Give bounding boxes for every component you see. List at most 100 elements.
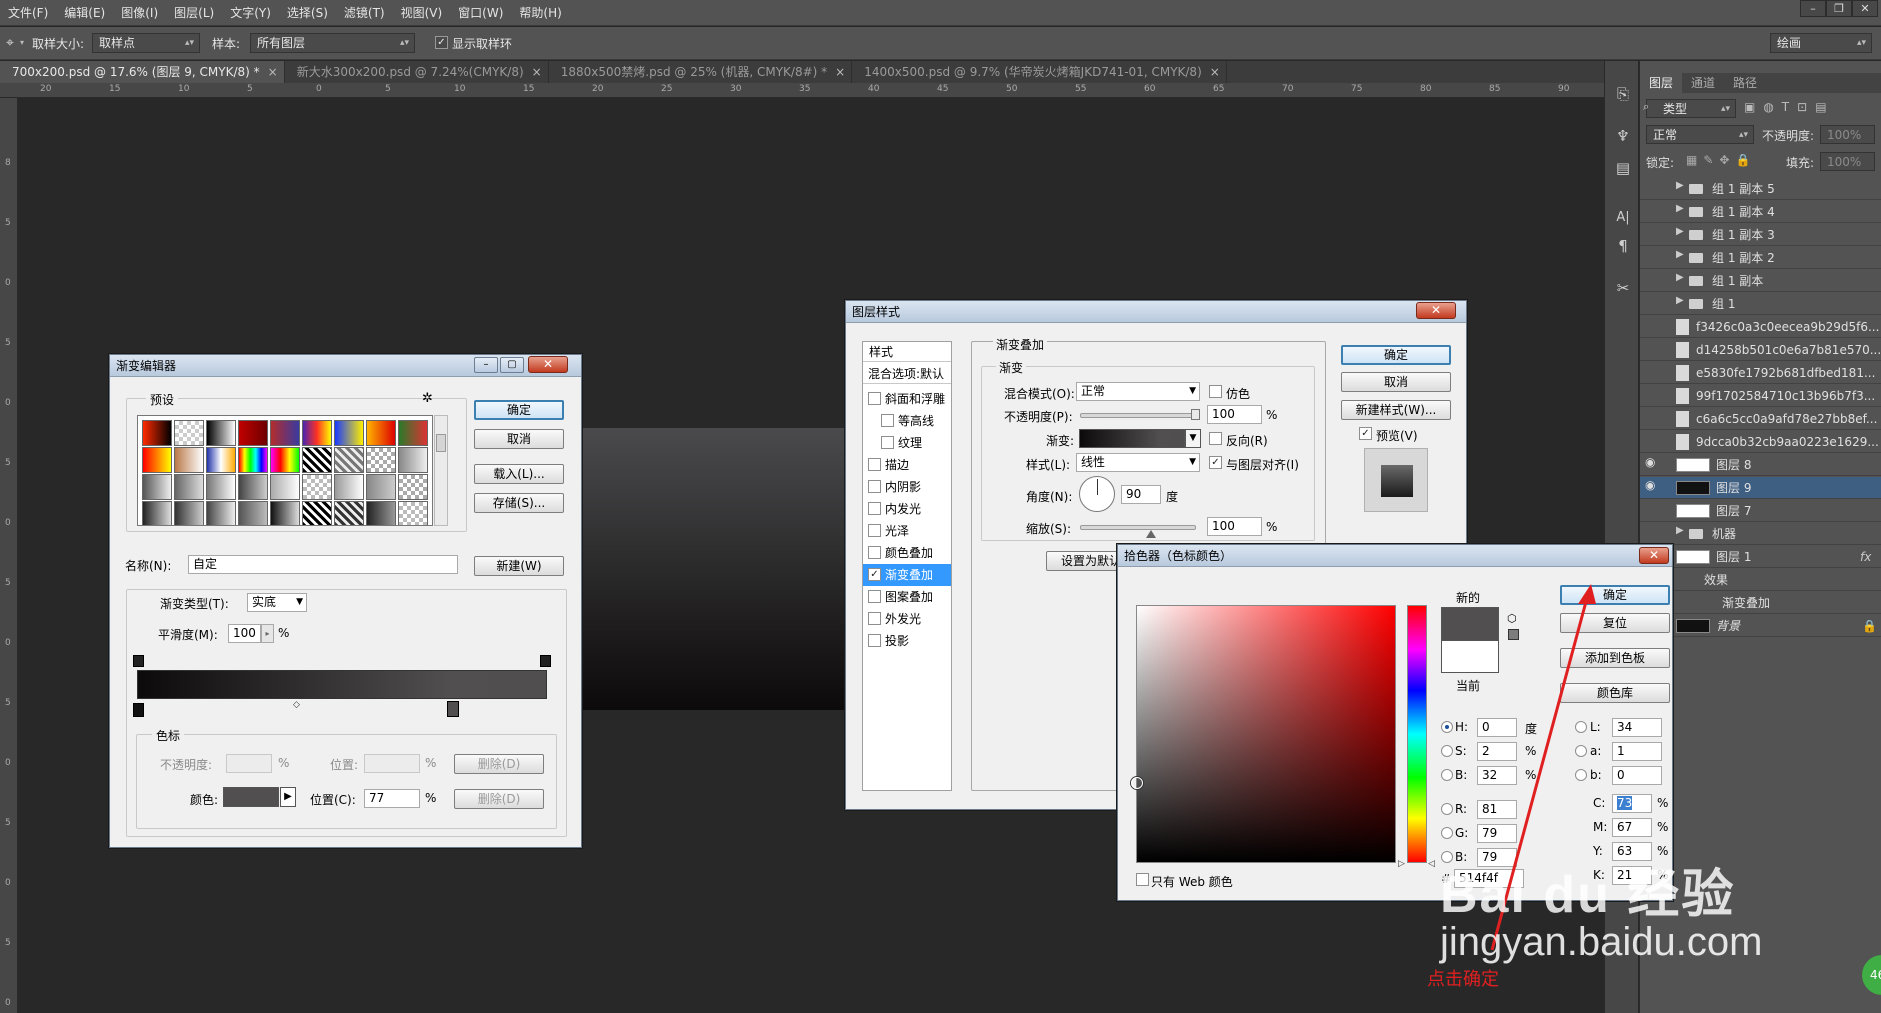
color-picker-cursor[interactable] [1131,777,1143,789]
gradient-presets-grid[interactable] [137,415,433,526]
visibility-toggle-icon[interactable]: ◉ [1645,478,1659,492]
tab-doc-3[interactable]: 1880x500禁烤.psd @ 25% (机器, CMYK/8#) * × [549,61,853,83]
expand-triangle-icon[interactable]: ▶ [1676,525,1684,536]
reverse-checkbox[interactable] [1209,432,1222,445]
layer-row[interactable]: ▶ 组 1 [1640,293,1881,315]
effect-checkbox[interactable] [868,546,881,559]
layer-row[interactable]: 背景 🔒 [1640,615,1881,637]
effect-item[interactable]: ✓ 渐变叠加 [863,564,951,586]
gradient-preset-swatch[interactable] [206,474,236,500]
gradient-type-select[interactable]: 实底 ▼ [247,593,307,612]
lock-icons[interactable]: ▦✎✥🔒 [1686,153,1756,167]
expand-triangle-icon[interactable]: ▶ [1676,180,1684,191]
effect-checkbox[interactable] [881,436,894,449]
effect-item[interactable]: 斜面和浮雕 [863,388,951,410]
effect-checkbox[interactable] [868,590,881,603]
slider-thumb[interactable] [1146,530,1156,538]
visibility-toggle-icon[interactable] [1645,271,1659,285]
visibility-toggle-icon[interactable] [1645,340,1659,354]
minimize-button[interactable]: – [474,357,498,373]
tool-preset-arrow-icon[interactable]: ▾ [20,38,24,47]
effect-checkbox[interactable]: ✓ [868,568,881,581]
name-input[interactable]: 自定 [188,555,458,574]
midpoint-diamond-icon[interactable]: ◇ [293,700,300,710]
delete-color-stop-button[interactable]: 删除(D) [454,789,544,809]
gradient-preset-swatch[interactable] [334,420,364,446]
menu-window[interactable]: 窗口(W) [450,0,511,26]
visibility-toggle-icon[interactable] [1645,248,1659,262]
tab-doc-4[interactable]: 1400x500.psd @ 9.7% (华帝炭火烤箱JKD741-01, CM… [852,61,1227,83]
maximize-button[interactable]: ▢ [500,357,524,373]
gradient-preset-swatch[interactable] [398,474,428,500]
gradient-preset-swatch[interactable] [270,474,300,500]
angle-dial[interactable] [1079,476,1115,512]
layer-row[interactable]: 9dcca0b32cb9aa0223e1629... [1640,431,1881,453]
menu-layer[interactable]: 图层(L) [166,0,222,26]
expand-triangle-icon[interactable]: ▶ [1676,203,1684,214]
close-window-button[interactable]: ✕ [1852,0,1878,17]
gradient-preset-swatch[interactable] [302,474,332,500]
fill-input[interactable]: 100% [1820,152,1875,171]
visibility-toggle-icon[interactable] [1645,501,1659,515]
gradient-preset-swatch[interactable] [398,447,428,473]
smoothness-arrow-icon[interactable]: ▸ [261,624,274,643]
close-icon[interactable]: × [1210,65,1220,79]
tab-doc-2[interactable]: 新大水300x200.psd @ 7.24%(CMYK/8) × [285,61,549,83]
filter-kind-icons[interactable]: ▣◍T⊡▤ [1744,100,1835,114]
menu-file[interactable]: 文件(F) [0,0,56,26]
gradient-preset-swatch[interactable] [174,474,204,500]
visibility-toggle-icon[interactable] [1645,386,1659,400]
effect-checkbox[interactable] [868,458,881,471]
lab-b-input[interactable]: 0 [1612,766,1662,785]
gradient-preset-swatch[interactable] [302,501,332,525]
document-canvas[interactable] [580,428,850,710]
new-gradient-button[interactable]: 新建(W) [474,556,564,576]
menu-type[interactable]: 文字(Y) [222,0,279,26]
color-field[interactable] [1131,605,1396,863]
gradient-preset-swatch[interactable] [238,447,268,473]
stop-position-input[interactable] [364,754,420,773]
hue-slider[interactable] [1407,605,1427,863]
align-with-layer-checkbox[interactable]: ✓ [1209,456,1222,469]
save-button[interactable]: 存储(S)... [474,493,564,513]
close-button[interactable]: ✕ [1639,547,1669,564]
minimize-button[interactable]: – [1800,0,1826,17]
c-input[interactable]: 73 [1612,794,1652,813]
effect-checkbox[interactable] [868,480,881,493]
show-ring-checkbox[interactable]: ✓ [435,36,448,49]
effect-checkbox[interactable] [868,502,881,515]
layer-row[interactable]: ▶ 组 1 副本 [1640,270,1881,292]
opacity-stop-right[interactable] [540,655,551,667]
gradient-preset-swatch[interactable] [174,501,204,525]
m-input[interactable]: 67 [1612,818,1652,837]
hue-slider-left-arrow[interactable]: ▷ [1398,859,1405,869]
presets-scrollbar[interactable] [434,415,448,526]
layer-row[interactable]: c6a6c5cc0a9afd78e27bb8ef... [1640,408,1881,430]
character-icon[interactable]: A| [1614,209,1632,227]
gradient-preset-swatch[interactable] [366,474,396,500]
cancel-button[interactable]: 取消 [474,429,564,449]
effect-item[interactable]: 纹理 [863,432,951,454]
hue-slider-right-arrow[interactable]: ◁ [1428,859,1435,869]
gradient-preset-swatch[interactable] [398,420,428,446]
gradient-preset-swatch[interactable] [302,420,332,446]
gradient-preset-swatch[interactable] [238,420,268,446]
blend-mode-select[interactable]: 正常 ▴▾ [1646,125,1754,144]
opacity-slider[interactable] [1080,409,1200,420]
expand-triangle-icon[interactable]: ▶ [1676,272,1684,283]
visibility-toggle-icon[interactable] [1645,432,1659,446]
preview-checkbox[interactable]: ✓ [1359,427,1372,440]
blend-mode-select[interactable]: 正常 ▼ [1076,382,1200,401]
gradient-preset-swatch[interactable] [302,447,332,473]
angle-input[interactable]: 90 [1121,485,1161,504]
opacity-stop-left[interactable] [133,655,144,667]
menu-help[interactable]: 帮助(H) [511,0,569,26]
gradient-preset-swatch[interactable] [238,474,268,500]
visibility-toggle-icon[interactable] [1645,225,1659,239]
layer-row[interactable]: ▶ 组 1 副本 4 [1640,201,1881,223]
slider-thumb[interactable] [1191,409,1200,420]
expand-triangle-icon[interactable]: ▶ [1676,226,1684,237]
close-icon[interactable]: × [268,65,278,79]
opacity-input[interactable]: 100% [1820,125,1875,144]
effect-item[interactable]: 光泽 [863,520,951,542]
